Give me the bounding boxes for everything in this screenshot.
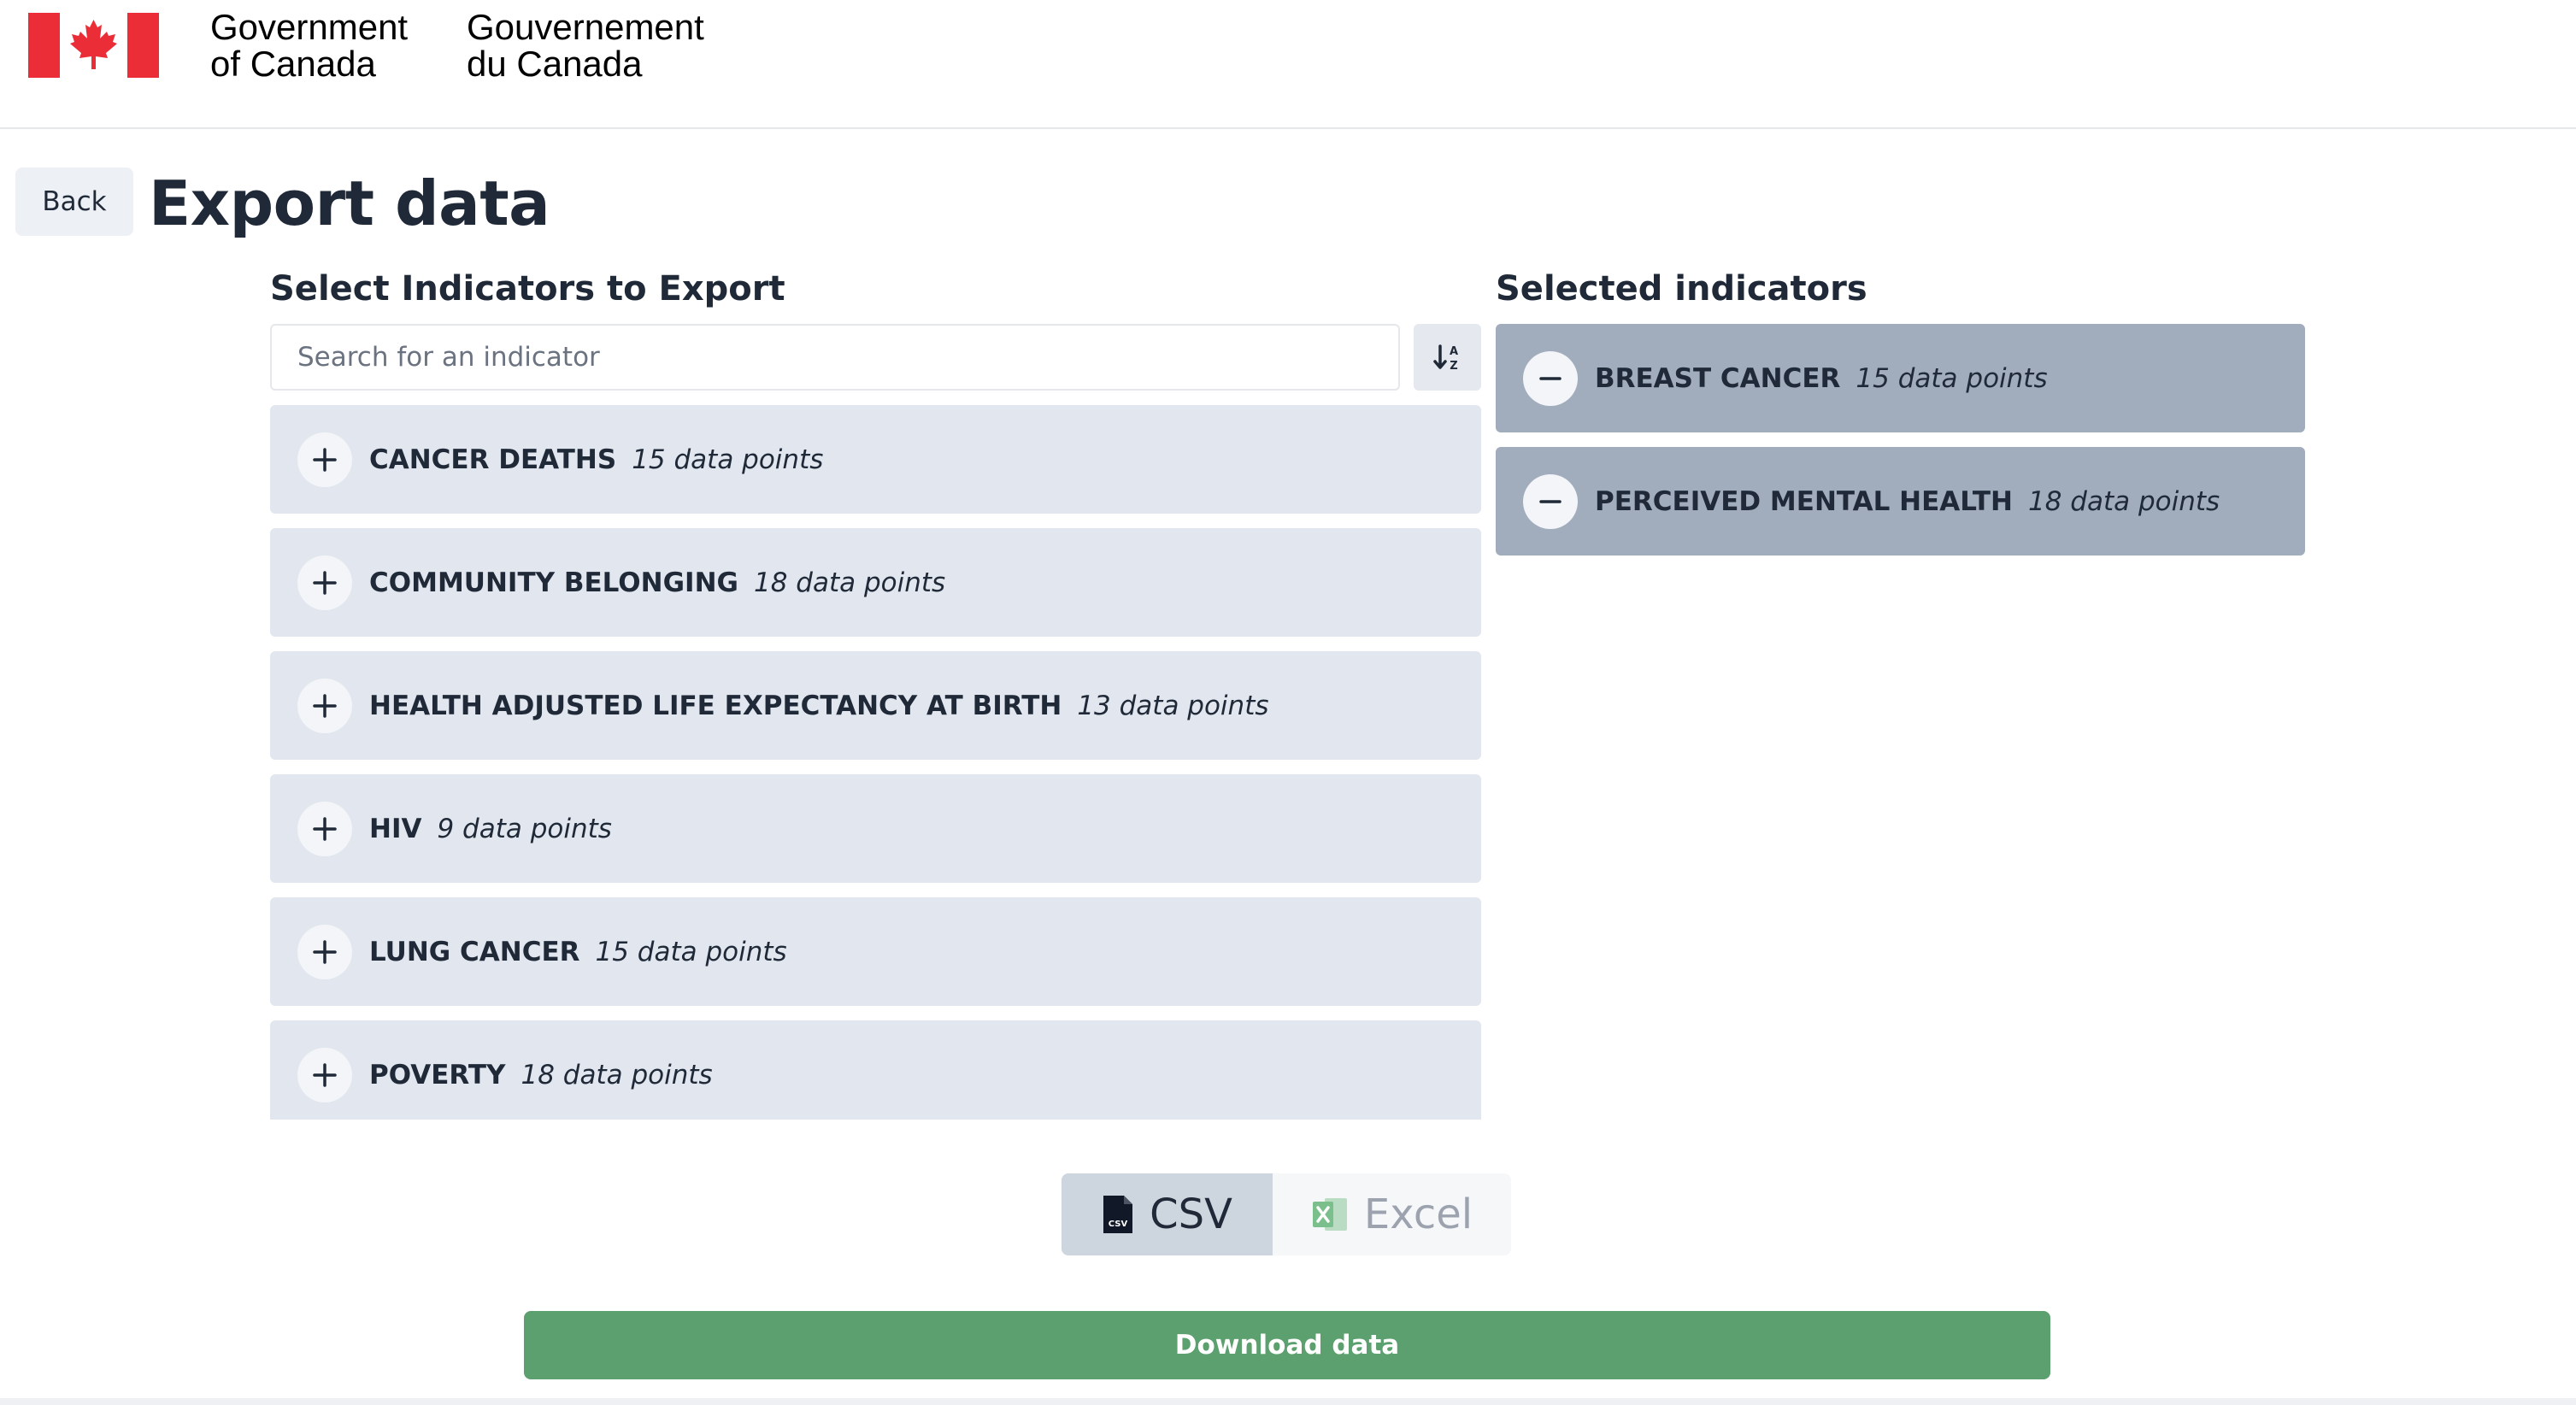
canada-flag-icon[interactable] (28, 13, 159, 78)
indicator-name: COMMUNITY BELONGING (369, 567, 738, 598)
indicator-count: 18 data points (520, 1059, 713, 1090)
plus-icon (313, 693, 337, 718)
site-header: Government of Canada Gouvernement du Can… (0, 0, 2576, 129)
excel-label: Excel (1363, 1190, 1473, 1238)
svg-text:Z: Z (1450, 360, 1457, 372)
page-title: Export data (149, 168, 550, 239)
selected-indicator-name: PERCEIVED MENTAL HEALTH (1595, 485, 2013, 517)
svg-text:A: A (1449, 345, 1457, 358)
indicator-name: HIV (369, 813, 422, 844)
plus-icon (313, 939, 337, 964)
indicator-count: 13 data points (1077, 690, 1269, 721)
indicator-name: POVERTY (369, 1059, 506, 1090)
plus-icon (313, 447, 337, 472)
plus-icon (313, 1062, 337, 1087)
export-format-toggle: CSV CSV Excel (1062, 1173, 1511, 1255)
add-indicator-button[interactable] (297, 924, 352, 979)
download-data-button[interactable]: Download data (524, 1311, 2050, 1379)
indicator-count: 15 data points (632, 444, 824, 475)
indicator-count: 9 data points (437, 813, 612, 844)
wordmark-fr-line1: Gouvernement (467, 7, 704, 47)
indicator-item[interactable]: CANCER DEATHS 15 data points (270, 405, 1481, 514)
excel-file-icon (1311, 1195, 1349, 1234)
indicator-item[interactable]: LUNG CANCER 15 data points (270, 897, 1481, 1006)
indicator-name: CANCER DEATHS (369, 444, 617, 475)
indicator-item[interactable]: POVERTY 18 data points (270, 1020, 1481, 1120)
page-divider (0, 1398, 2576, 1405)
government-wordmark-fr: Gouvernement du Canada (467, 9, 704, 82)
svg-text:CSV: CSV (1109, 1220, 1128, 1229)
indicator-count: 18 data points (753, 567, 946, 598)
remove-indicator-button[interactable] (1523, 350, 1578, 406)
remove-indicator-button[interactable] (1523, 473, 1578, 529)
minus-icon (1539, 376, 1561, 380)
indicator-name: LUNG CANCER (369, 936, 580, 967)
wordmark-en-line1: Government (210, 7, 409, 47)
selected-indicators-heading: Selected indicators (1496, 269, 1867, 309)
excel-format-button[interactable]: Excel (1273, 1173, 1511, 1255)
csv-label: CSV (1150, 1190, 1232, 1238)
add-indicator-button[interactable] (297, 678, 352, 733)
plus-icon (313, 570, 337, 595)
select-indicators-heading: Select Indicators to Export (270, 269, 785, 309)
csv-file-icon: CSV (1102, 1194, 1134, 1235)
indicator-item[interactable]: HEALTH ADJUSTED LIFE EXPECTANCY AT BIRTH… (270, 651, 1481, 760)
minus-icon (1539, 499, 1561, 503)
sort-button[interactable]: A Z (1414, 324, 1481, 391)
indicator-item[interactable]: HIV 9 data points (270, 774, 1481, 883)
indicator-item[interactable]: COMMUNITY BELONGING 18 data points (270, 528, 1481, 637)
add-indicator-button[interactable] (297, 555, 352, 610)
wordmark-fr-line2: du Canada (467, 44, 643, 84)
indicator-search-input[interactable] (270, 324, 1400, 391)
back-button[interactable]: Back (15, 168, 133, 236)
indicator-name: HEALTH ADJUSTED LIFE EXPECTANCY AT BIRTH (369, 690, 1062, 721)
selected-indicator-count: 18 data points (2028, 485, 2220, 517)
selected-indicator-name: BREAST CANCER (1595, 362, 1841, 394)
government-wordmark-en: Government of Canada (210, 9, 408, 82)
selected-indicator-item[interactable]: BREAST CANCER 15 data points (1496, 324, 2305, 432)
indicator-count: 15 data points (595, 936, 787, 967)
sort-alpha-icon: A Z (1432, 344, 1458, 372)
selected-indicator-count: 15 data points (1856, 362, 2048, 394)
csv-format-button[interactable]: CSV CSV (1062, 1173, 1273, 1255)
add-indicator-button[interactable] (297, 801, 352, 856)
available-indicator-list[interactable]: CANCER DEATHS 15 data points COMMUNITY B… (270, 405, 1481, 1120)
add-indicator-button[interactable] (297, 432, 352, 487)
add-indicator-button[interactable] (297, 1047, 352, 1102)
plus-icon (313, 816, 337, 841)
selected-indicator-item[interactable]: PERCEIVED MENTAL HEALTH 18 data points (1496, 447, 2305, 556)
wordmark-en-line2: of Canada (210, 44, 376, 84)
